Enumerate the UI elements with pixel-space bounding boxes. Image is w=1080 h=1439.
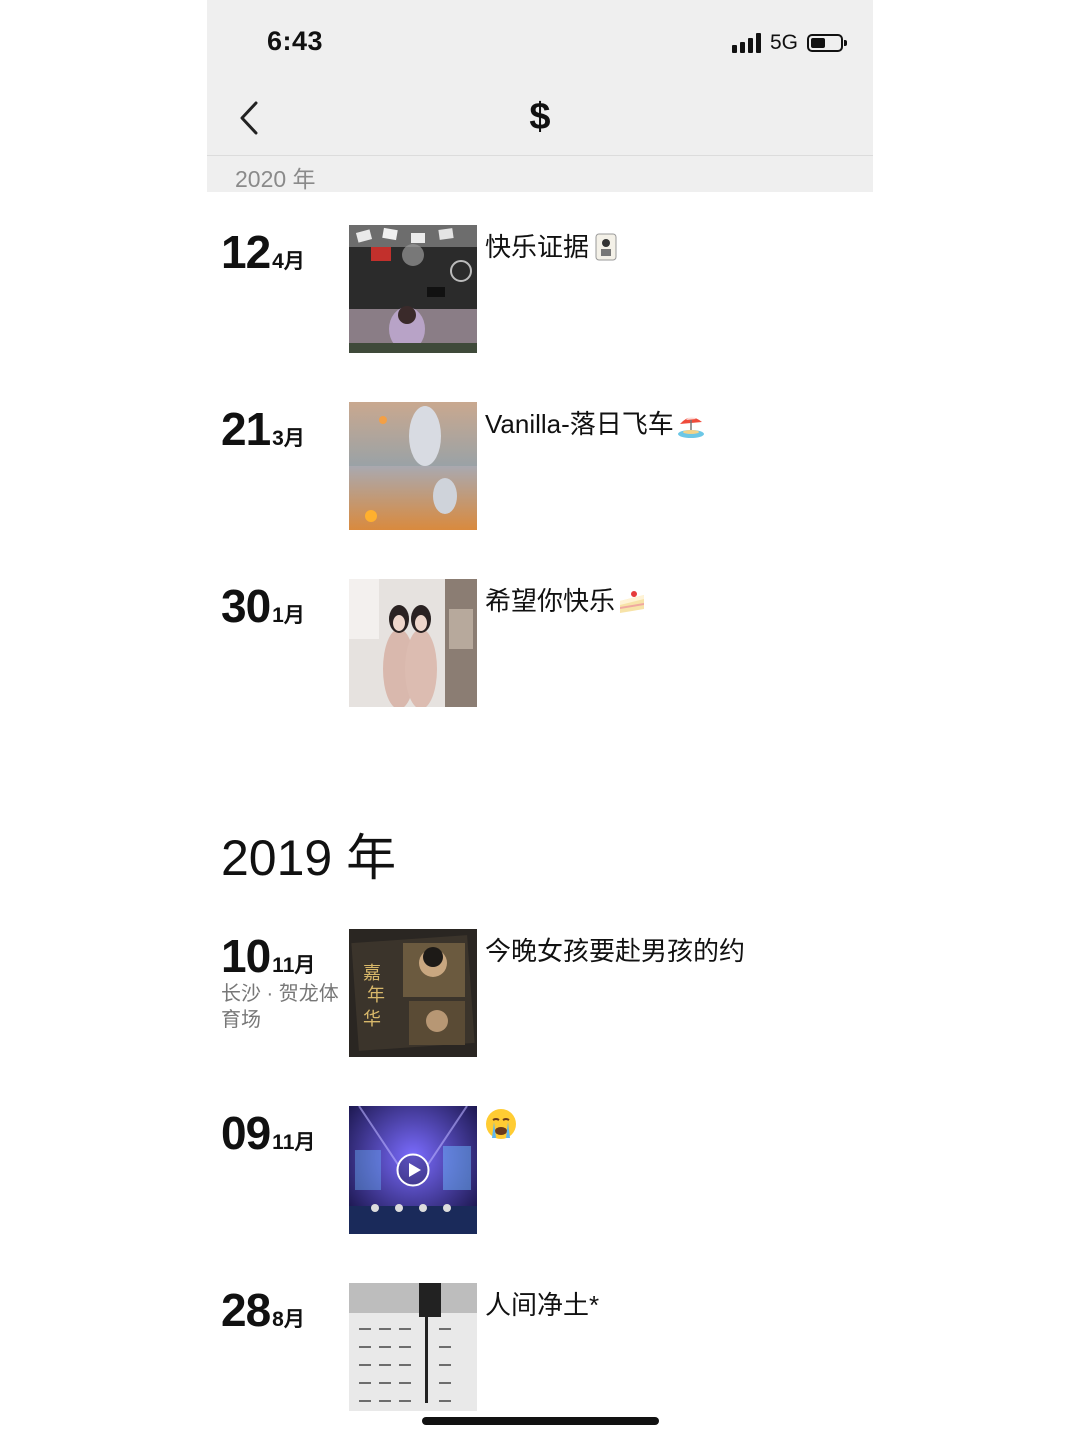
entry-thumbnail[interactable] xyxy=(349,1283,477,1411)
caption-text: Vanilla-落日飞车 xyxy=(485,409,674,439)
entry-day: 21 xyxy=(221,403,271,455)
entry-day: 30 xyxy=(221,580,271,632)
entry-day: 09 xyxy=(221,1107,271,1159)
moment-entry[interactable]: 213月 Vanilla-落日飞车 xyxy=(207,402,873,532)
play-icon[interactable] xyxy=(396,1153,430,1187)
entry-thumbnail[interactable] xyxy=(349,225,477,353)
entry-thumbnail[interactable] xyxy=(349,402,477,530)
beach-icon xyxy=(677,416,704,438)
caption-text: 快乐证据 xyxy=(485,232,590,262)
sticky-year-label: 2020 年 xyxy=(235,166,316,192)
caption-text: 希望你快乐 xyxy=(485,586,616,616)
entry-day: 10 xyxy=(221,930,271,982)
moment-entry[interactable]: 288月 人间净土* xyxy=(207,1283,873,1413)
entry-date: 288月 xyxy=(221,1283,305,1337)
entry-date: 124月 xyxy=(221,225,305,279)
status-time: 6:43 xyxy=(267,26,324,56)
crying-face-icon xyxy=(486,1109,516,1139)
entry-day: 28 xyxy=(221,1284,271,1336)
top-bar: 6:43 5G $ 2020 年 xyxy=(207,0,873,192)
status-icons: 5G xyxy=(731,28,847,58)
signal-icon xyxy=(731,33,763,53)
entry-caption: 今晚女孩要赴男孩的约 xyxy=(485,936,746,966)
battery-icon xyxy=(807,34,847,52)
entry-date: 0911月 xyxy=(221,1106,315,1160)
moment-entry[interactable]: 1011月 长沙 · 贺龙体育场 嘉 年 华 今晚女孩要赴男孩的约 xyxy=(207,929,873,1059)
entry-date: 301月 xyxy=(221,579,305,633)
page-title: $ xyxy=(529,96,551,138)
year-heading: 2019 年 xyxy=(221,830,397,886)
entry-month: 8月 xyxy=(272,1308,305,1331)
entry-thumbnail[interactable]: 嘉 年 华 xyxy=(349,929,477,1057)
network-label: 5G xyxy=(769,31,798,54)
svg-text:嘉: 嘉 xyxy=(363,963,381,984)
entry-date: 213月 xyxy=(221,402,305,456)
entry-month: 3月 xyxy=(272,427,305,450)
entry-caption xyxy=(485,1108,517,1142)
moment-entry[interactable]: 0911月 xyxy=(207,1106,873,1236)
mahjong-icon xyxy=(595,233,617,261)
svg-text:华: 华 xyxy=(363,1009,381,1030)
home-indicator[interactable] xyxy=(422,1417,659,1425)
entry-caption: 快乐证据 xyxy=(485,227,620,264)
entry-thumbnail[interactable] xyxy=(349,1106,477,1234)
header-divider xyxy=(207,155,873,156)
entry-day: 12 xyxy=(221,226,271,278)
entry-date: 1011月 xyxy=(221,929,315,983)
moment-entry[interactable]: 301月 希望你快乐 xyxy=(207,579,873,709)
svg-text:年: 年 xyxy=(367,985,385,1006)
entry-location: 长沙 · 贺龙体育场 xyxy=(221,983,339,1031)
entry-month: 11月 xyxy=(272,1131,316,1154)
entry-month: 4月 xyxy=(272,250,305,273)
entry-caption: 人间净土* xyxy=(485,1290,600,1320)
moments-screen: 6:43 5G $ 2020 年 124月 快乐证据 213月 Vanilla-… xyxy=(207,0,873,1439)
moment-entry[interactable]: 124月 快乐证据 xyxy=(207,225,873,355)
cake-icon xyxy=(620,591,645,613)
entry-caption: Vanilla-落日飞车 xyxy=(485,404,705,441)
entry-caption: 希望你快乐 xyxy=(485,581,646,618)
entry-thumbnail[interactable] xyxy=(349,579,477,707)
entry-month: 11月 xyxy=(272,954,316,977)
entry-month: 1月 xyxy=(272,604,305,627)
